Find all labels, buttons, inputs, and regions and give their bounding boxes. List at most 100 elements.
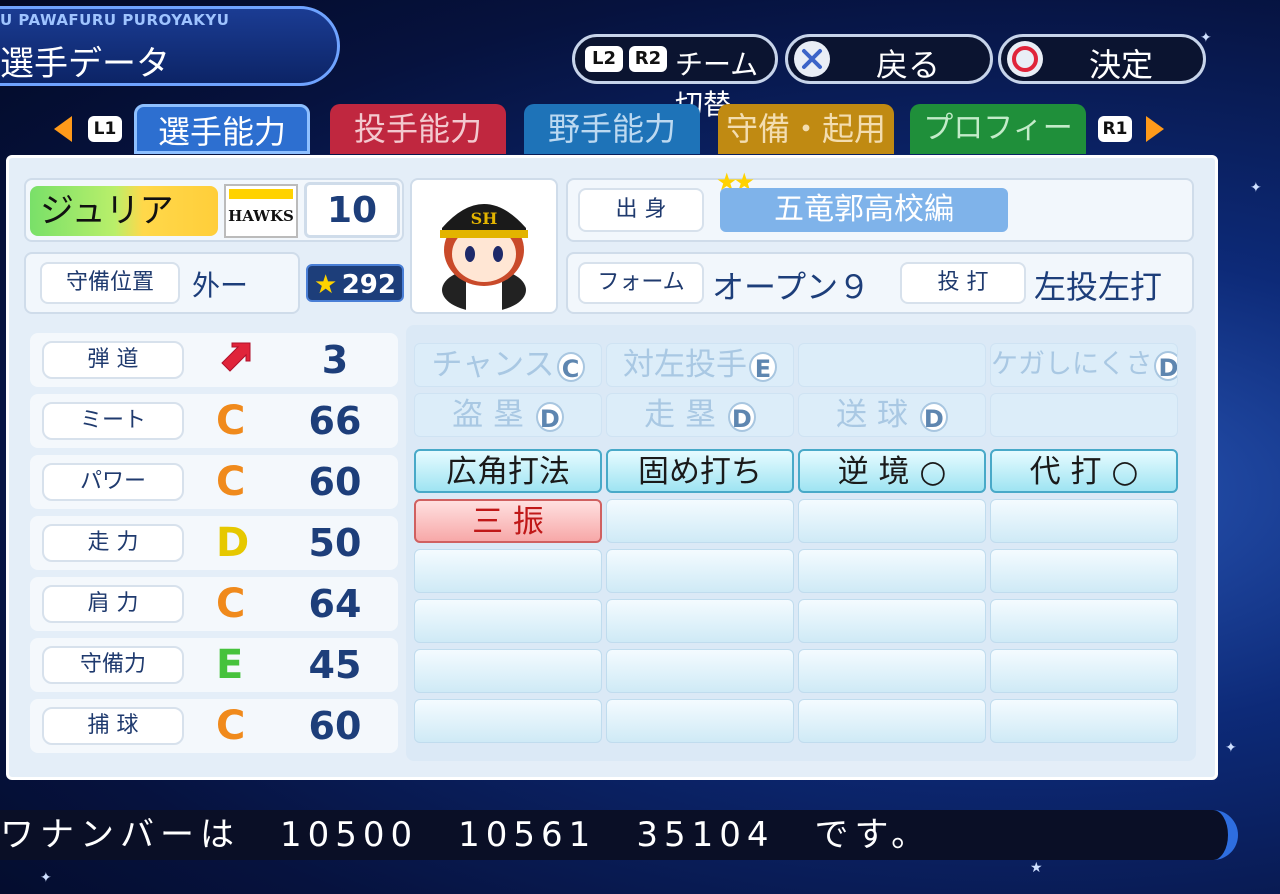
basic-stats: 弾 道 3 ミート C 66 パワー C 60 走 力 D 50 肩 力 C 6… — [26, 325, 398, 761]
background-star: ✦ — [1225, 740, 1237, 756]
stat-row-trajectory: 弾 道 3 — [30, 333, 398, 387]
r1-button-icon: R1 — [1098, 116, 1132, 142]
stat-label: 走 力 — [42, 524, 184, 562]
ability-text: チャンス — [431, 347, 555, 383]
throw-bat-value: 左投左打 — [1034, 268, 1163, 306]
stat-grade: C — [216, 459, 246, 505]
stat-row-meet: ミート C 66 — [30, 394, 398, 448]
ability-empty[interactable] — [414, 699, 602, 743]
tab-left-arrow-icon[interactable] — [54, 116, 72, 142]
stat-label: 守備力 — [42, 646, 184, 684]
ability-empty[interactable] — [606, 699, 794, 743]
ability-empty[interactable] — [798, 343, 986, 387]
category-tabs: L1 選手能力 投手能力 野手能力 守備・起用 プロフィール R1 — [0, 104, 1280, 196]
ability-empty[interactable] — [990, 599, 1178, 643]
team-logo-stripe — [229, 189, 293, 199]
position-value: 外ー — [192, 269, 249, 302]
stat-label: パワー — [42, 463, 184, 501]
origin-value: 五竜郭高校編 — [720, 188, 1008, 232]
ability-empty[interactable] — [798, 549, 986, 593]
ability-empty[interactable] — [606, 549, 794, 593]
stat-grade: D — [216, 520, 250, 566]
background-star: ✦ — [1200, 30, 1212, 46]
ability-empty[interactable] — [606, 649, 794, 693]
ability-vs-lefty[interactable]: 対左投手 E — [606, 343, 794, 387]
stat-grade: C — [216, 581, 246, 627]
ability-empty[interactable] — [414, 549, 602, 593]
trajectory-arrow-icon — [216, 339, 256, 387]
special-abilities: チャンス C 対左投手 E ケガしにくさ D 盗 塁 D 走 塁 D 送 球 D 広角… — [406, 325, 1196, 761]
tab-pitcher-ability[interactable]: 投手能力 — [330, 104, 506, 154]
message-bar: ワナンバーは 10500 10561 35104 です。 — [0, 810, 1238, 860]
ability-text: ケガしにくさ — [991, 349, 1153, 380]
r2-button-icon: R2 — [629, 46, 667, 72]
ability-empty[interactable] — [990, 649, 1178, 693]
tab-right-arrow-icon[interactable] — [1146, 116, 1164, 142]
rating-value: 292 — [341, 270, 396, 300]
stat-row-power: パワー C 60 — [30, 455, 398, 509]
confirm-button[interactable]: 決定 — [998, 34, 1206, 84]
ability-pinch-hitter[interactable]: 代 打 ○ — [990, 449, 1178, 493]
stat-grade: C — [216, 703, 246, 749]
ability-empty[interactable] — [798, 699, 986, 743]
form-value: オープン９ — [712, 268, 871, 306]
origin-label: 出 身 — [578, 188, 704, 232]
stat-value: 50 — [308, 521, 362, 565]
l2-button-icon: L2 — [585, 46, 623, 72]
ability-strikeout[interactable]: 三 振 — [414, 499, 602, 543]
ability-clutch[interactable]: チャンス C — [414, 343, 602, 387]
circle-button-icon — [1007, 41, 1043, 77]
ability-spray-hitter[interactable]: 広角打法 — [414, 449, 602, 493]
ability-empty[interactable] — [990, 499, 1178, 543]
ability-empty[interactable] — [414, 649, 602, 693]
background-star: ★ — [1030, 860, 1043, 876]
team-logo-text: HAWKS — [228, 207, 294, 225]
stat-label: 弾 道 — [42, 341, 184, 379]
confirm-label: 決定 — [1089, 46, 1154, 84]
ability-empty[interactable] — [414, 599, 602, 643]
ability-injury-resistance[interactable]: ケガしにくさ D — [990, 343, 1178, 387]
ability-empty[interactable] — [606, 499, 794, 543]
team-switch-button[interactable]: L2 R2 チーム切替 — [572, 34, 778, 121]
ability-text: 対左投手 — [623, 347, 747, 383]
ability-empty[interactable] — [798, 499, 986, 543]
rating-star-icon: ★ — [314, 270, 338, 300]
ability-streaky-hitter[interactable]: 固め打ち — [606, 449, 794, 493]
ability-text: 走 塁 — [644, 397, 716, 433]
team-logo: HAWKS — [224, 184, 298, 238]
ability-empty[interactable] — [606, 599, 794, 643]
message-text: ワナンバーは 10500 10561 35104 です。 — [0, 815, 932, 855]
ability-empty[interactable] — [990, 699, 1178, 743]
throw-bat-label: 投 打 — [900, 262, 1026, 304]
ability-empty[interactable] — [798, 649, 986, 693]
tab-profile[interactable]: プロフィール — [910, 104, 1086, 196]
ability-empty[interactable] — [798, 599, 986, 643]
ability-text: 盗 塁 — [452, 397, 524, 433]
cross-button-icon — [794, 41, 830, 77]
avatar-card: SH — [410, 178, 558, 314]
back-button[interactable]: 戻る — [785, 34, 993, 84]
rating-badge: ★ 292 — [306, 264, 404, 302]
ability-baserunning[interactable]: 走 塁 D — [606, 393, 794, 437]
ability-empty[interactable] — [990, 393, 1178, 437]
ability-throwing[interactable]: 送 球 D — [798, 393, 986, 437]
ability-adversity[interactable]: 逆 境 ○ — [798, 449, 986, 493]
ability-grade: D — [919, 401, 948, 433]
ability-grade: D — [535, 401, 564, 433]
ability-grade: E — [749, 351, 777, 383]
ability-stealing[interactable]: 盗 塁 D — [414, 393, 602, 437]
stat-value: 66 — [308, 399, 362, 443]
l1-button-icon: L1 — [88, 116, 122, 142]
background-star: ✦ — [40, 870, 52, 886]
tab-defense-usage[interactable]: 守備・起用 — [718, 104, 894, 154]
ability-text: 送 球 — [836, 397, 908, 433]
tab-fielder-ability[interactable]: 野手能力 — [524, 104, 700, 154]
back-label: 戻る — [876, 46, 941, 84]
tab-player-ability[interactable]: 選手能力 — [134, 104, 310, 154]
page-title: 選手データ — [0, 44, 170, 84]
ability-empty[interactable] — [990, 549, 1178, 593]
stat-grade: C — [216, 398, 246, 444]
background-star: ✦ — [1250, 180, 1262, 196]
stat-value: 3 — [321, 338, 349, 382]
stat-label: ミート — [42, 402, 184, 440]
